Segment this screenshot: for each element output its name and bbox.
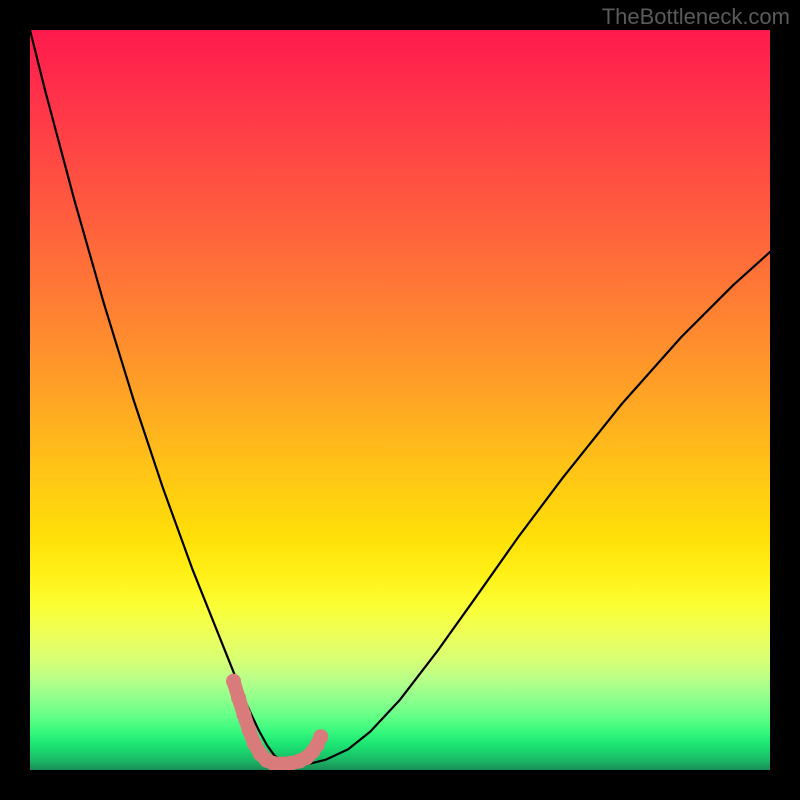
bottom-marker-path [234, 681, 321, 764]
bottom-marker-dot [259, 753, 274, 768]
bottom-marker-dot [247, 736, 262, 751]
watermark-text: TheBottleneck.com [602, 4, 790, 30]
bottom-marker-dot [292, 754, 307, 769]
bottom-marker-dot [283, 756, 298, 770]
chart-svg [30, 30, 770, 770]
bottom-marker-dot [274, 757, 289, 770]
bottom-marker-dot [226, 674, 241, 689]
bottom-marker-dot [231, 691, 246, 706]
bottom-marker-group [226, 674, 328, 770]
bottom-marker-dot [310, 737, 325, 752]
bottom-marker-dot [242, 723, 257, 738]
bottom-marker-dot [253, 746, 268, 761]
bottom-marker-dot [236, 707, 251, 722]
bottom-marker-dot [313, 729, 328, 744]
bottleneck-curve [30, 30, 770, 764]
chart-plot-area [30, 30, 770, 770]
bottom-marker-dot [266, 756, 281, 770]
bottom-marker-dot [305, 744, 320, 759]
bottom-marker-dot [299, 750, 314, 765]
